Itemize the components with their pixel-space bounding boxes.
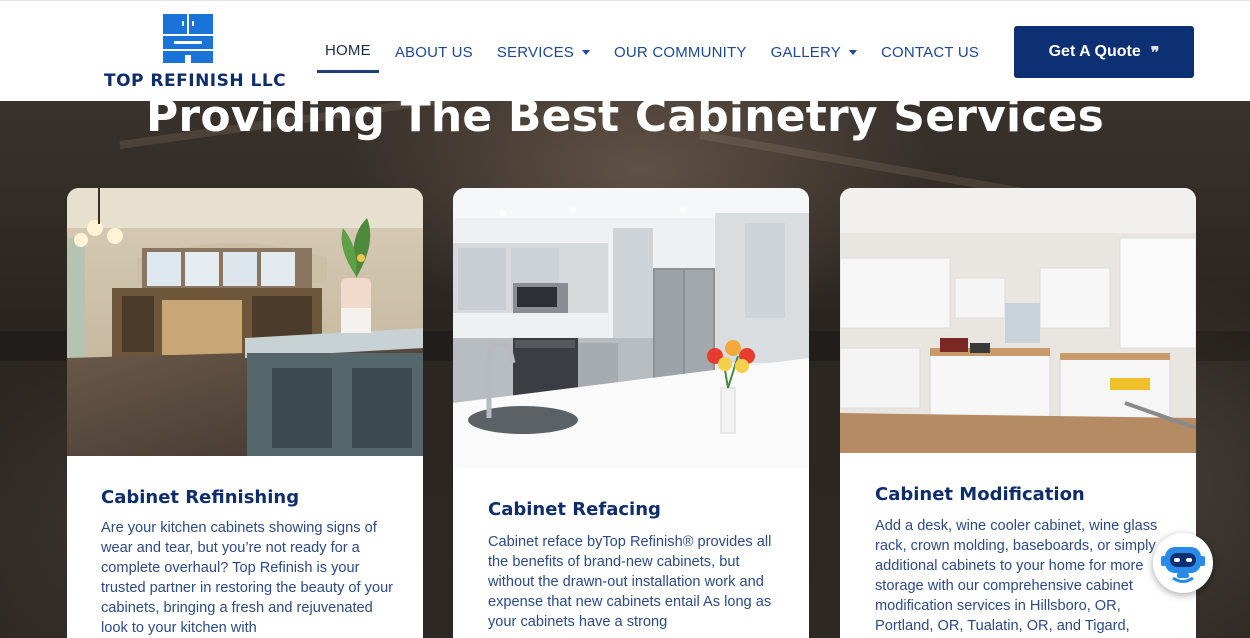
card-title: Cabinet Refinishing: [101, 487, 300, 508]
nav-label: HOME: [325, 42, 371, 59]
cabinet-logo-icon: [163, 14, 213, 63]
nav-label: ABOUT US: [394, 43, 473, 61]
nav-label: GALLERY: [770, 43, 841, 61]
chatbot-icon: [1156, 536, 1210, 590]
site-header: TOP REFINISH LLC HOME ABOUT US SERVICES …: [0, 0, 1250, 101]
card-title: Cabinet Refacing: [488, 499, 661, 520]
card-description: Cabinet reface byTop Refinish® provides …: [488, 534, 772, 630]
logo[interactable]: TOP REFINISH LLC: [104, 13, 287, 93]
nav-our-community[interactable]: OUR COMMUNITY: [602, 31, 759, 73]
nav-label: SERVICES: [496, 43, 575, 61]
card-description: Are your kitchen cabinets showing signs …: [101, 520, 394, 636]
nav-contact-us[interactable]: CONTACT US: [869, 31, 991, 73]
nav-label: OUR COMMUNITY: [614, 43, 747, 61]
card-image-kitchen-white: [840, 188, 1196, 453]
card-image-kitchen-gray: [453, 188, 809, 468]
caret-down-icon: [582, 49, 591, 55]
main-nav: HOME ABOUT US SERVICES OUR COMMUNITY GAL…: [317, 31, 991, 75]
logo-text: TOP REFINISH LLC: [104, 71, 287, 91]
quote-button-label: Get A Quote: [1048, 43, 1141, 60]
quote-icon: ❞: [1150, 42, 1160, 62]
section-title: Providing The Best Cabinetry Services: [145, 91, 1105, 142]
nav-services[interactable]: SERVICES: [485, 31, 602, 73]
service-card-refacing[interactable]: Cabinet Refacing Cabinet reface byTop Re…: [453, 188, 809, 638]
nav-label: CONTACT US: [880, 43, 980, 61]
chatbot-button[interactable]: [1153, 533, 1213, 593]
caret-down-icon: [848, 49, 857, 55]
nav-about-us[interactable]: ABOUT US: [383, 31, 485, 73]
service-card-refinishing[interactable]: Cabinet Refinishing Are your kitchen cab…: [67, 188, 423, 638]
nav-home[interactable]: HOME: [317, 31, 379, 73]
service-card-modification[interactable]: Cabinet Modification Add a desk, wine co…: [840, 188, 1196, 638]
card-image-living-room: [67, 188, 423, 456]
get-a-quote-button[interactable]: Get A Quote ❞: [1014, 26, 1194, 78]
card-description: Add a desk, wine cooler cabinet, wine gl…: [875, 518, 1158, 634]
card-title: Cabinet Modification: [875, 484, 1085, 505]
nav-gallery[interactable]: GALLERY: [759, 31, 869, 73]
